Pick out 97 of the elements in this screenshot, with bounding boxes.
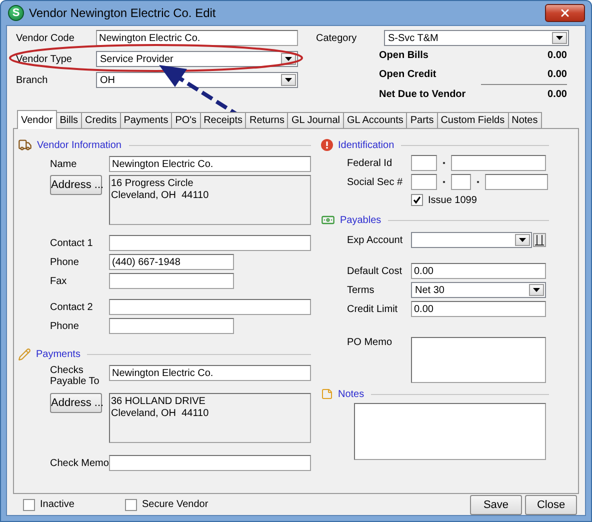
text-field[interactable]: (440) 667-1948 — [109, 254, 234, 270]
field-label: Branch — [16, 74, 49, 86]
tab[interactable]: GL Journal — [287, 112, 344, 129]
caret-icon — [533, 288, 540, 292]
field-label: Vendor Code — [16, 32, 76, 44]
dialog-button[interactable]: Close — [525, 494, 577, 514]
text-field[interactable] — [485, 174, 548, 190]
text-field[interactable] — [109, 235, 311, 251]
tab[interactable]: GL Accounts — [343, 112, 408, 129]
field-label: Checks Payable To — [50, 365, 100, 387]
text-field[interactable]: 0.00 — [411, 263, 546, 279]
close-button[interactable] — [545, 4, 585, 22]
section-title: Payments — [36, 348, 80, 360]
tab[interactable]: Vendor — [17, 110, 57, 129]
caret-icon — [519, 238, 526, 242]
field-label: Social Sec # — [347, 176, 404, 188]
total-label: Open Credit — [379, 69, 436, 80]
text-field[interactable]: Newington Electric Co. — [109, 365, 311, 381]
tab[interactable]: Credits — [81, 112, 121, 129]
text-field[interactable]: 0.00 — [411, 301, 546, 317]
dialog-button[interactable]: Save — [470, 494, 522, 514]
field-label: Credit Limit — [347, 304, 399, 314]
total-label: Net Due to Vendor — [379, 89, 466, 100]
field-label: Exp Account — [347, 234, 404, 246]
dropdown-field[interactable]: Net 30 — [411, 282, 546, 298]
text-field[interactable] — [411, 174, 437, 190]
field-label: Name — [50, 158, 78, 170]
field-label: Terms — [347, 284, 376, 296]
dropdown-field[interactable]: OH — [96, 72, 298, 88]
text-field[interactable] — [109, 455, 311, 471]
checkbox[interactable] — [411, 194, 423, 206]
field-label: Category — [316, 32, 358, 44]
ledger-icon[interactable] — [533, 233, 546, 247]
checkbox-label: Inactive — [40, 499, 74, 510]
total-value: 0.00 — [548, 69, 567, 80]
section-title: Vendor Information — [37, 140, 122, 150]
address-button[interactable]: Address ... — [50, 175, 102, 195]
total-value: 0.00 — [548, 50, 567, 61]
field-label: PO Memo — [347, 337, 394, 348]
tab[interactable]: Receipts — [200, 112, 246, 129]
field-label: Contact 2 — [50, 302, 94, 312]
tab[interactable]: PO's — [171, 112, 201, 129]
text-field[interactable]: Newington Electric Co. — [96, 30, 298, 46]
note-icon — [321, 388, 333, 400]
address-line: 36 HOLLAND DRIVE — [111, 396, 206, 408]
caret-icon — [556, 36, 563, 40]
checkbox-label: Secure Vendor — [142, 499, 208, 510]
section-title: Payables — [340, 214, 382, 226]
banknote-icon — [321, 213, 335, 227]
tab[interactable]: Parts — [406, 112, 438, 129]
text-field[interactable]: Newington Electric Co. — [109, 156, 311, 172]
caret-icon — [285, 57, 292, 61]
total-value: 0.00 — [548, 89, 567, 100]
text-field[interactable] — [109, 299, 311, 315]
dropdown-field[interactable] — [411, 232, 532, 248]
field-label: Check Memo — [50, 458, 109, 468]
section-title: Notes — [338, 388, 364, 400]
close-icon — [559, 7, 571, 19]
text-field[interactable] — [411, 155, 437, 171]
dropdown-field[interactable]: Service Provider — [96, 51, 298, 67]
checkbox[interactable] — [23, 498, 35, 510]
notes-field[interactable] — [354, 403, 546, 460]
dropdown-button[interactable] — [529, 284, 544, 296]
app-icon: S — [8, 5, 24, 21]
text-field[interactable] — [451, 174, 471, 190]
dropdown-field[interactable]: S-Svc T&M — [384, 30, 569, 46]
text-field[interactable] — [109, 318, 234, 334]
field-label: Phone — [50, 256, 80, 268]
dropdown-button[interactable] — [552, 32, 567, 44]
checkbox[interactable] — [125, 498, 137, 510]
address-line: Cleveland, OH 44110 — [111, 190, 209, 202]
address-line: 16 Progress Circle — [111, 178, 194, 190]
field-label: Fax — [50, 276, 68, 286]
memo-field[interactable] — [411, 337, 546, 383]
field-label: Phone — [50, 320, 80, 332]
total-label: Open Bills — [379, 50, 428, 61]
truck-icon — [18, 138, 32, 152]
caret-icon — [285, 78, 292, 82]
dropdown-button[interactable] — [281, 74, 296, 86]
address-button[interactable]: Address ... — [50, 393, 102, 413]
alert-icon — [321, 139, 333, 151]
tab[interactable]: Payments — [120, 112, 172, 129]
field-label: Default Cost — [347, 266, 404, 276]
tab[interactable]: Custom Fields — [436, 112, 509, 129]
address-line: Cleveland, OH 44110 — [111, 408, 209, 420]
field-label: Vendor Type — [16, 54, 73, 64]
pencil-icon — [18, 348, 31, 360]
tab[interactable]: Returns — [245, 112, 288, 129]
field-label: Contact 1 — [50, 238, 94, 248]
text-field[interactable] — [451, 155, 546, 171]
dropdown-button[interactable] — [515, 234, 530, 246]
checkbox-label: Issue 1099 — [428, 194, 477, 206]
text-field[interactable] — [109, 273, 234, 289]
window-title: Vendor Newington Electric Co. Edit — [29, 6, 217, 20]
tab[interactable]: Notes — [508, 112, 542, 129]
field-label: Federal Id — [347, 158, 394, 168]
section-title: Identification — [338, 140, 394, 150]
